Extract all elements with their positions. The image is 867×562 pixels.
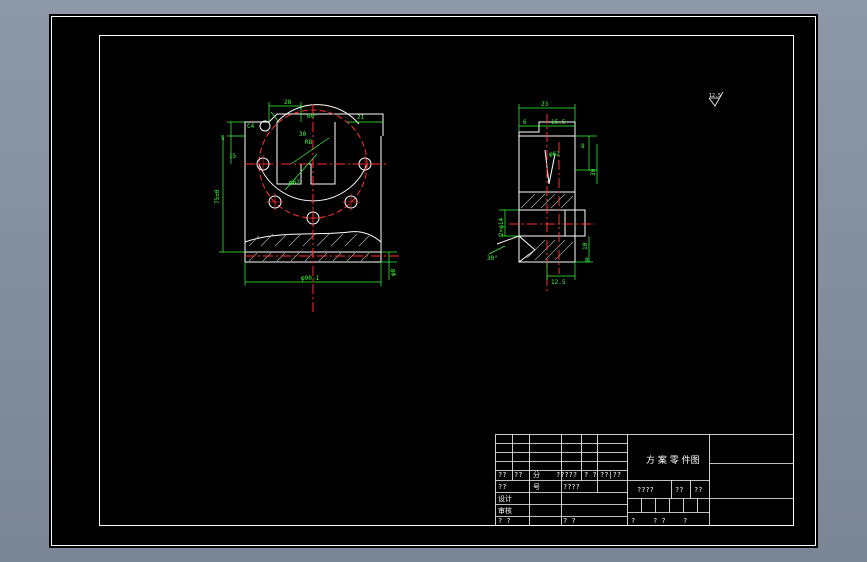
dim-h15: 15 <box>229 153 237 160</box>
side-dim-w17: 2×φ14 <box>498 218 505 236</box>
side-dim-r30: 30 <box>590 168 597 176</box>
dim-bottom-width: φ90-1 <box>301 275 319 282</box>
tb-r3-c3: ?? <box>694 486 702 494</box>
side-dim-phi62: φ62 <box>549 151 560 158</box>
side-dim-a30: 30° <box>487 255 498 262</box>
tb-r2-c2: 号 <box>533 483 540 491</box>
front-hatch <box>248 233 370 262</box>
tb-label-1: 设计 <box>498 494 512 503</box>
hole-centers <box>254 155 374 227</box>
title-block <box>495 434 794 526</box>
tb-r3-c2: ?? <box>675 486 683 494</box>
cad-drawing-canvas[interactable]: 28 21 60° C4 5 15 75±0 30 R8 φ62 φ90-1 φ… <box>49 14 818 548</box>
tb-label-2: 审核 <box>498 506 512 515</box>
tb-bottom-2: ? ? <box>563 517 576 525</box>
side-dim-12: 12.5 <box>551 279 566 286</box>
dim-chamfer: C4 <box>247 123 255 130</box>
tb-bottom-4: ? ? <box>653 517 666 525</box>
tb-bottom-5: ? <box>683 517 687 525</box>
side-view: 23 6 15.5 8 φ62 30 2×φ14 30° 12.5 10 8 <box>487 101 598 292</box>
dim-h75: 75±0 <box>214 189 221 204</box>
bolt-holes <box>256 157 372 225</box>
side-dim-h8: 8 <box>585 257 589 264</box>
side-dim-10: 10 <box>582 242 589 250</box>
tb-r1-c6: ??|?? <box>600 471 621 479</box>
tb-r2-c3: ???? <box>563 483 580 491</box>
tb-r3-c1: ???? <box>637 486 654 494</box>
dim-side: φ8 <box>390 268 397 276</box>
tb-r1-c5: ? ? <box>584 471 597 479</box>
title-text: 方 案 零 件图 <box>646 454 700 466</box>
side-dim-8: 8 <box>581 143 585 150</box>
dim-d62: φ62 <box>289 179 300 186</box>
dim-h5: 5 <box>221 135 225 142</box>
dim-r30: 30 <box>299 131 307 138</box>
front-view: 28 21 60° C4 5 15 75±0 30 R8 φ62 φ90-1 φ… <box>214 99 399 312</box>
side-dim-top: 23 <box>541 101 549 108</box>
dim-top-width: 28 <box>284 99 292 106</box>
tb-bottom-1: ? ? <box>498 517 511 525</box>
tb-r1-c2: ?? <box>514 471 522 479</box>
dim-r8: R8 <box>305 139 313 146</box>
tb-r1-c1: ?? <box>498 471 506 479</box>
dim-top-right: 21 <box>357 114 365 121</box>
roughness-symbol: 12.5 <box>708 91 724 107</box>
tb-r1-c4: ????? <box>556 471 577 479</box>
outer-border <box>51 16 816 546</box>
side-slope <box>496 235 536 263</box>
inner-border <box>99 35 794 526</box>
side-dim-6: 6 <box>523 119 527 126</box>
tb-bottom-3: ? <box>631 517 635 525</box>
side-dim-15: 15.5 <box>551 119 566 126</box>
dim-angle: 60° <box>307 113 318 120</box>
drawing-svg: 28 21 60° C4 5 15 75±0 30 R8 φ62 φ90-1 φ… <box>51 16 816 546</box>
tb-r2-c1: ?? <box>498 483 506 491</box>
tb-r1-c3: 分 <box>533 470 540 479</box>
